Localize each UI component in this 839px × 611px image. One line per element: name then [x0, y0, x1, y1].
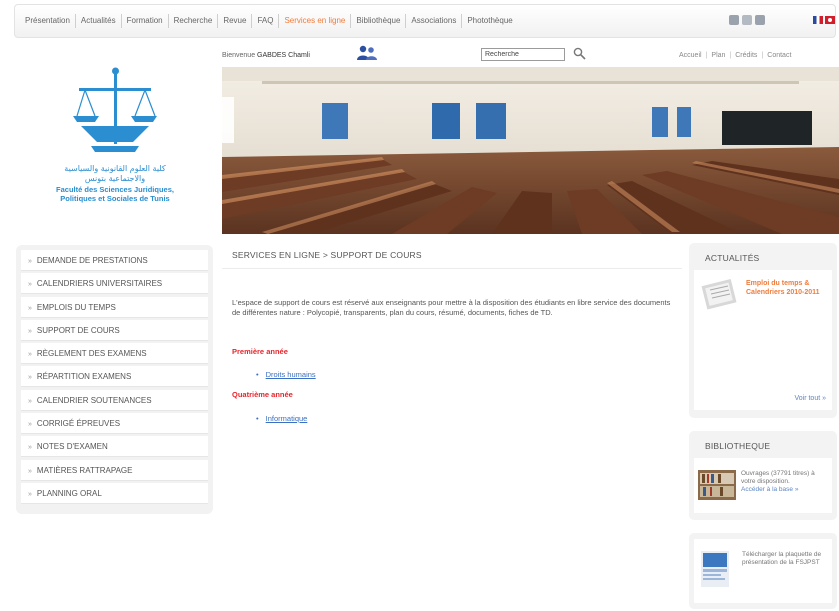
news-box: ACTUALITÉS Emploi du temps & Calendriers…	[689, 243, 837, 418]
nav-item-services-en-ligne[interactable]: Services en ligne	[279, 14, 352, 28]
fr-flag-icon[interactable]	[813, 16, 823, 24]
util-link-credits[interactable]: Crédits	[735, 52, 757, 59]
sidebar-item-corrige-epreuves[interactable]: » CORRIGÉ ÉPREUVES	[21, 413, 208, 435]
news-item-link[interactable]: Emploi du temps & Calendriers 2010-2011	[746, 280, 830, 297]
sidebar-item-reglement-des-examens[interactable]: » RÈGLEMENT DES EXAMENS	[21, 343, 208, 365]
util-link-contact[interactable]: Contact	[767, 52, 791, 59]
util-link-sitemap[interactable]: Plan	[711, 52, 725, 59]
library-panel: Ouvrages (37791 titres) à votre disposit…	[694, 458, 832, 513]
utility-links: Accueil | Plan | Crédits | Contact	[679, 52, 792, 59]
sidebar-item-notes-d-examen[interactable]: » NOTES D'EXAMEN	[21, 436, 208, 458]
chevron-right-icon: »	[28, 351, 32, 359]
news-see-all-link[interactable]: Voir tout »	[794, 395, 826, 402]
chevron-right-icon: »	[28, 304, 32, 312]
library-box: BIBLIOTHEQUE Ouvrages (37791 titres) à v…	[689, 431, 837, 520]
sidebar-list: » DEMANDE DE PRESTATIONS » CALENDRIERS UNIV…	[21, 250, 208, 504]
sidebar-item-label: EMPLOIS DU TEMPS	[36, 302, 116, 312]
tn-flag-icon[interactable]	[825, 16, 835, 24]
chevron-right-icon: »	[28, 444, 32, 452]
sidebar-item-label: PLANNING ORAL	[36, 488, 102, 498]
search-icon[interactable]	[573, 47, 586, 60]
sidebar-item-label: CALENDRIER SOUTENANCES	[36, 395, 152, 405]
nav-item-bibliotheque[interactable]: Bibliothèque	[351, 14, 407, 28]
chevron-right-icon: »	[28, 467, 32, 475]
sidebar-item-label: SUPPORT DE COURS	[36, 325, 120, 335]
library-access-link[interactable]: Accéder à la base »	[741, 486, 829, 494]
sidebar-item-label: CORRIGÉ ÉPREUVES	[36, 419, 121, 429]
sidebar-item-support-de-cours[interactable]: » SUPPORT DE COURS	[21, 319, 208, 341]
chevron-right-icon: »	[28, 281, 32, 289]
nav-item-recherche[interactable]: Recherche	[169, 14, 219, 28]
brochure-download-link[interactable]: Télécharger la plaquette de présentation…	[742, 551, 826, 567]
library-text: Ouvrages (37791 titres) à votre disposit…	[741, 470, 815, 485]
brochure-thumbnail-icon	[701, 551, 729, 587]
nav-item-phototheque[interactable]: Photothèque	[462, 14, 517, 28]
sidebar-item-label: CALENDRIERS UNIVERSITAIRES	[36, 279, 163, 289]
nav-item-associations[interactable]: Associations	[406, 14, 463, 28]
welcome-prefix: Bienvenue	[222, 52, 256, 59]
search-input[interactable]	[481, 48, 565, 61]
chevron-right-icon: »	[28, 490, 32, 498]
sidebar-item-emplois-du-temps[interactable]: » EMPLOIS DU TEMPS	[21, 296, 208, 318]
breadcrumb: SERVICES EN LIGNE > SUPPORT DE COURS	[232, 250, 422, 260]
scales-of-justice-logo-icon	[73, 67, 157, 152]
year-heading-fourth: Quatrième année	[232, 390, 293, 399]
faculty-name-fr-1: Faculté des Sciences Juridiques,	[56, 185, 174, 194]
sidebar-item-label: MATIÈRES RATTRAPAGE	[36, 465, 133, 475]
sidebar-item-calendrier-soutenances[interactable]: » CALENDRIER SOUTENANCES	[21, 389, 208, 411]
nav-item-actualites[interactable]: Actualités	[76, 14, 122, 28]
course-link-droits-humains[interactable]: Droits humains	[256, 370, 316, 379]
faculty-logo[interactable]: كلية العلوم القانونية والسياسية والاجتما…	[30, 66, 200, 203]
nav-item-formation[interactable]: Formation	[122, 14, 169, 28]
banner-lecture-hall-image	[222, 67, 839, 234]
intro-text: L'espace de support de cours est réservé…	[232, 298, 671, 317]
welcome-user: GABDES Chamli	[257, 52, 310, 59]
page-tools	[729, 15, 765, 25]
news-document-icon	[701, 278, 737, 310]
brochure-box: Télécharger la plaquette de présentation…	[689, 533, 837, 609]
sidebar-item-label: RÉPARTITION EXAMENS	[36, 372, 132, 382]
nav-item-presentation[interactable]: Présentation	[15, 14, 76, 28]
library-description: Ouvrages (37791 titres) à votre disposit…	[741, 470, 829, 494]
email-icon[interactable]	[729, 15, 739, 25]
faculty-name-arabic-1: كلية العلوم القانونية والسياسية	[64, 164, 166, 173]
library-title: BIBLIOTHEQUE	[705, 441, 771, 451]
brochure-panel[interactable]: Télécharger la plaquette de présentation…	[694, 539, 832, 603]
top-navigation: Présentation Actualités Formation Recherche…	[14, 4, 836, 38]
chevron-right-icon: »	[28, 421, 32, 429]
breadcrumb-divider	[222, 268, 682, 269]
user-account-icon[interactable]	[356, 44, 378, 61]
language-switch	[813, 16, 835, 24]
nav-item-faq[interactable]: FAQ	[252, 14, 280, 28]
sidebar-item-planning-oral[interactable]: » PLANNING ORAL	[21, 482, 208, 504]
sidebar-item-label: RÈGLEMENT DES EXAMENS	[36, 349, 147, 359]
chevron-right-icon: »	[28, 374, 32, 382]
print-icon[interactable]	[742, 15, 752, 25]
nav-item-revue[interactable]: Revue	[218, 14, 253, 28]
year-heading-first: Première année	[232, 347, 288, 356]
services-sidebar: » DEMANDE DE PRESTATIONS » CALENDRIERS UNIV…	[16, 245, 213, 514]
sidebar-item-label: DEMANDE DE PRESTATIONS	[36, 256, 148, 265]
chevron-right-icon: »	[28, 258, 32, 265]
welcome-message: Bienvenue GABDES Chamli	[222, 52, 310, 59]
sidebar-item-repartition-examens[interactable]: » RÉPARTITION EXAMENS	[21, 366, 208, 388]
course-link-informatique[interactable]: Informatique	[256, 414, 308, 423]
sidebar-item-demande-de-prestations[interactable]: » DEMANDE DE PRESTATIONS	[21, 250, 208, 271]
sidebar-item-calendriers-universitaires[interactable]: » CALENDRIERS UNIVERSITAIRES	[21, 273, 208, 295]
chevron-right-icon: »	[28, 327, 32, 335]
chevron-right-icon: »	[28, 397, 32, 405]
news-panel: Emploi du temps & Calendriers 2010-2011 …	[694, 270, 832, 410]
sidebar-item-label: NOTES D'EXAMEN	[36, 442, 108, 452]
library-books-icon	[698, 470, 736, 500]
news-title: ACTUALITÉS	[705, 253, 760, 263]
faculty-name-arabic-2: والاجتماعية بتونس	[84, 174, 146, 183]
nav-items: Présentation Actualités Formation Recherche…	[15, 5, 518, 37]
share-icon[interactable]	[755, 15, 765, 25]
util-link-home[interactable]: Accueil	[679, 52, 702, 59]
sidebar-item-matieres-rattrapage[interactable]: » MATIÈRES RATTRAPAGE	[21, 459, 208, 481]
faculty-name-fr-2: Politiques et Sociales de Tunis	[60, 194, 170, 203]
